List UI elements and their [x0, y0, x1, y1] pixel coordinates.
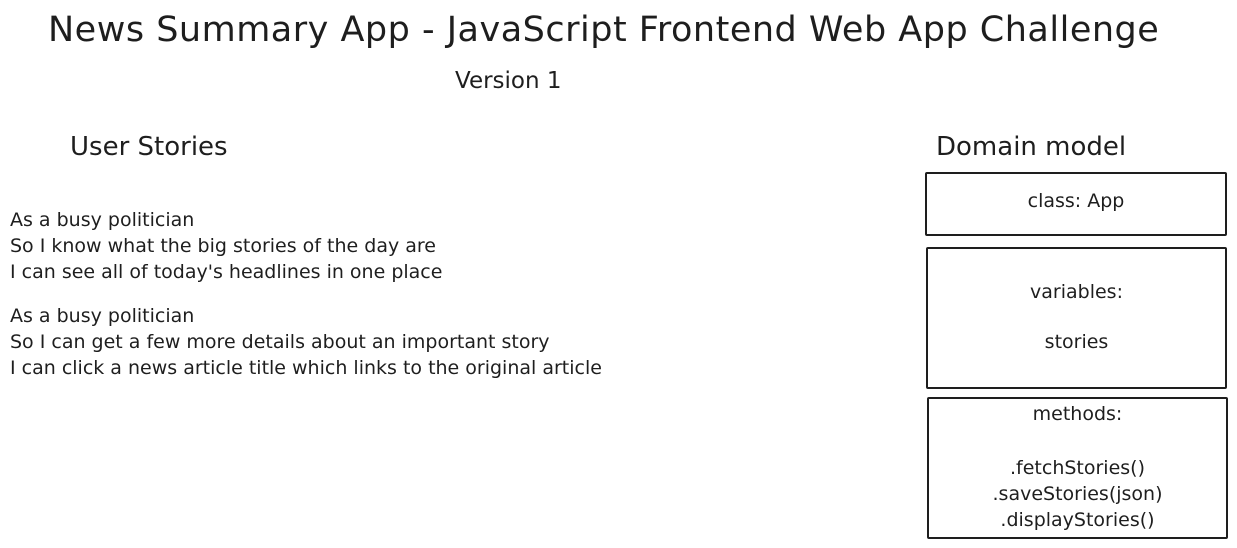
- methods-list: .fetchStories() .saveStories(json) .disp…: [929, 455, 1226, 533]
- variable-item: stories: [1044, 331, 1109, 353]
- story-line: I can click a news article title which l…: [10, 357, 602, 379]
- class-label: class: App: [1027, 190, 1125, 212]
- story-line: So I know what the big stories of the da…: [10, 235, 436, 257]
- variables-label: variables:: [1030, 281, 1123, 303]
- class-box: class: App: [925, 172, 1227, 236]
- user-stories-heading: User Stories: [70, 132, 228, 162]
- story-line: As a busy politician: [10, 305, 195, 327]
- story-line: So I can get a few more details about an…: [10, 331, 550, 353]
- method-item: .fetchStories(): [1010, 457, 1145, 479]
- user-story: As a busy politician So I know what the …: [10, 207, 442, 285]
- methods-box: methods: .fetchStories() .saveStories(js…: [927, 397, 1228, 539]
- user-story: As a busy politician So I can get a few …: [10, 303, 602, 381]
- page-title: News Summary App - JavaScript Frontend W…: [48, 10, 1160, 50]
- domain-model-heading: Domain model: [936, 132, 1127, 162]
- story-line: As a busy politician: [10, 209, 195, 231]
- method-item: .displayStories(): [1000, 509, 1155, 531]
- version-label: Version 1: [455, 68, 562, 94]
- story-line: I can see all of today's headlines in on…: [10, 261, 443, 283]
- methods-label: methods:: [1032, 403, 1123, 425]
- variables-box: variables: stories: [926, 247, 1227, 389]
- method-item: .saveStories(json): [992, 483, 1163, 505]
